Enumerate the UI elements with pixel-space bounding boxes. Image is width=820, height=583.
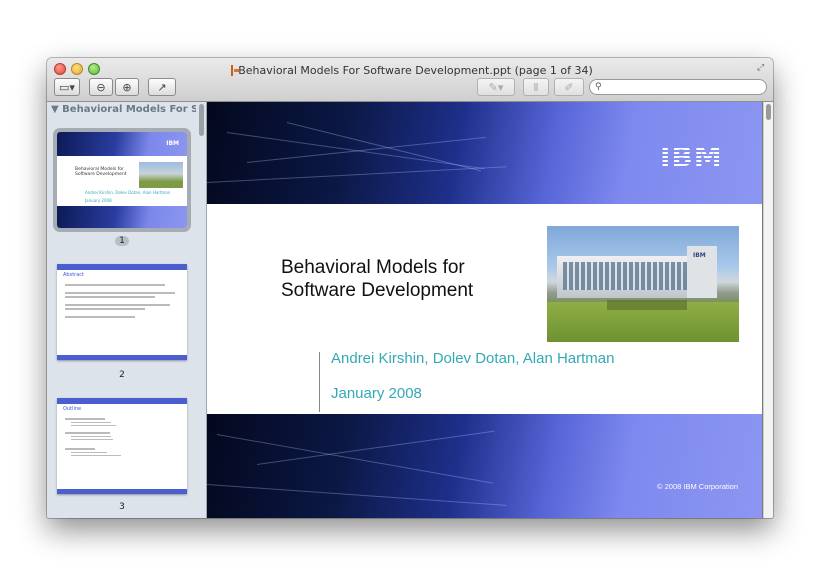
page-number-1: 1 [51, 236, 193, 246]
fullscreen-icon[interactable]: ⤢ [757, 63, 767, 73]
search-input[interactable] [604, 81, 755, 93]
thumbnail-image: Outline [57, 398, 187, 494]
zoom-in-button[interactable]: ⊕ [115, 78, 139, 96]
zoom-in-icon: ⊕ [122, 80, 132, 94]
text-tool-button[interactable]: Ⅱ [523, 78, 549, 96]
share-button[interactable]: ↗ [148, 78, 176, 96]
sidebar-icon: ▭▾ [59, 80, 75, 94]
share-icon: ↗ [157, 80, 167, 94]
zoom-window-button[interactable] [88, 63, 100, 75]
pencil-icon: ✎▾ [488, 80, 504, 94]
preview-window: Behavioral Models For Software Developme… [47, 58, 773, 518]
document-icon [231, 64, 240, 76]
ibm-logo: IBM [660, 140, 723, 173]
window-title: Behavioral Models For Software Developme… [231, 62, 593, 78]
sidebar-scrollbar[interactable] [198, 104, 205, 516]
search-field[interactable]: ⚲ [589, 79, 767, 95]
page-thumbnail-2[interactable]: Abstract 2 [51, 264, 193, 388]
document-scrollbar[interactable] [763, 102, 773, 518]
search-icon: ⚲ [595, 82, 602, 92]
thumbnail-image: IBM Behavioral Models for Software Devel… [53, 128, 191, 232]
window-title-text: Behavioral Models For Software Developme… [238, 63, 593, 77]
slide-page-1: IBM Behavioral Models for Software Devel… [207, 102, 762, 518]
close-window-button[interactable] [54, 63, 66, 75]
annotate-button[interactable]: ✎▾ [477, 78, 515, 96]
slide-authors: Andrei Kirshin, Dolev Dotan, Alan Hartma… [331, 350, 615, 367]
slide-copyright: © 2008 IBM Corporation [657, 482, 738, 491]
page-thumbnail-1[interactable]: IBM Behavioral Models for Software Devel… [51, 128, 193, 252]
building-photo: IBM [547, 226, 739, 342]
text-icon: Ⅱ [533, 80, 539, 94]
view-menu-button[interactable]: ▭▾ [54, 78, 80, 96]
zoom-out-icon: ⊖ [96, 80, 106, 94]
page-number-3: 3 [119, 502, 125, 512]
disclosure-triangle-icon[interactable]: ▼ [51, 104, 62, 115]
edit-button[interactable]: ✐ [554, 78, 584, 96]
sidebar-header[interactable]: ▼ Behavioral Models For Soft... [51, 104, 196, 120]
slide-date: January 2008 [331, 385, 422, 402]
thumbnail-sidebar: ▼ Behavioral Models For Soft... IBM Beha… [47, 102, 207, 518]
zoom-out-button[interactable]: ⊖ [89, 78, 113, 96]
slide-title: Behavioral Models for Software Developme… [281, 257, 474, 301]
slide-header-band: IBM [207, 102, 762, 204]
slide-footer-band [207, 414, 762, 518]
thumbnail-image: Abstract [57, 264, 187, 360]
document-view[interactable]: IBM Behavioral Models for Software Devel… [207, 102, 773, 518]
page-number-2: 2 [119, 370, 125, 380]
page-thumbnail-3[interactable]: Outline 3 [51, 398, 193, 518]
minimize-window-button[interactable] [71, 63, 83, 75]
edit-icon: ✐ [564, 80, 574, 94]
slide-divider [319, 352, 320, 412]
title-bar: Behavioral Models For Software Developme… [47, 58, 773, 102]
